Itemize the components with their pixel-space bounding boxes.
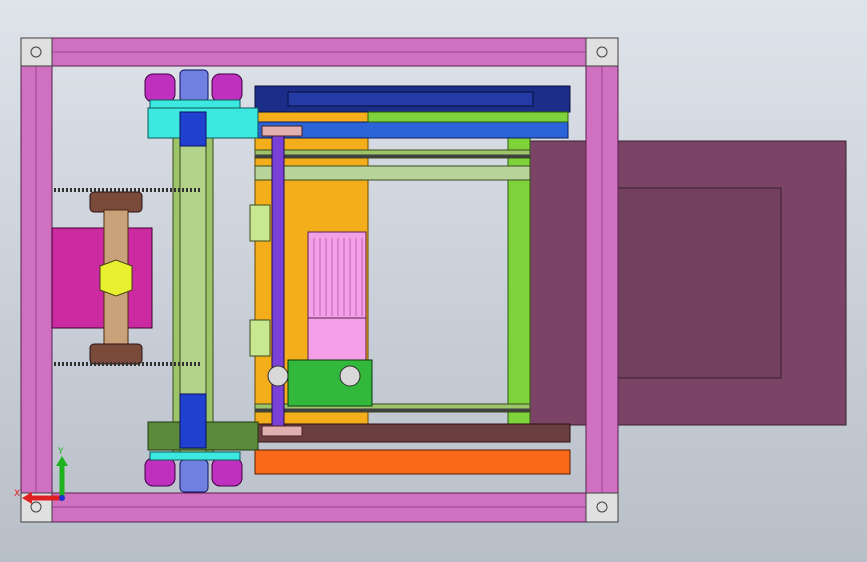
caster-wheel-top bbox=[144, 69, 243, 109]
blue-guide-bottom bbox=[179, 393, 207, 449]
triad-y-label: Y bbox=[57, 447, 64, 457]
orange-bottom-bar bbox=[254, 449, 571, 475]
assembly-view[interactable]: Y X bbox=[0, 0, 867, 562]
motor bbox=[307, 231, 367, 361]
shaft-sprocket-bottom bbox=[261, 425, 303, 437]
side-tab-upper bbox=[249, 204, 271, 242]
gear-box bbox=[287, 359, 373, 407]
top-navy-bar bbox=[254, 85, 571, 113]
shaft-sprocket-top bbox=[261, 125, 303, 137]
blue-guide-top bbox=[179, 111, 207, 147]
caster-wheel-bottom bbox=[144, 451, 243, 493]
housing-plate bbox=[527, 140, 847, 426]
drive-shaft bbox=[271, 125, 285, 437]
triad-x-label: X bbox=[14, 489, 20, 499]
cad-viewport[interactable]: Y X bbox=[0, 0, 867, 562]
green-strip-top bbox=[367, 111, 569, 123]
side-tab-lower bbox=[249, 319, 271, 357]
